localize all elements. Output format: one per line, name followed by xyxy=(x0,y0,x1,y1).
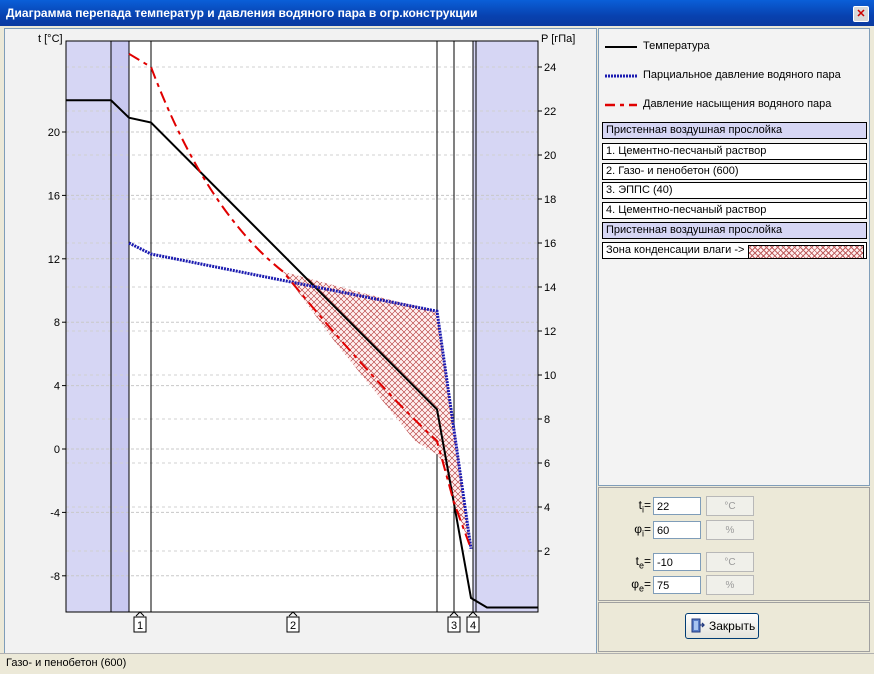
te-unit-button[interactable]: °C xyxy=(706,552,754,572)
layer-marker-label: 4 xyxy=(470,620,476,632)
air-layer-inner-band xyxy=(111,41,129,612)
te-input[interactable]: -10 xyxy=(653,553,701,571)
close-button[interactable]: Закрыть xyxy=(685,613,759,639)
y-tick-label-right: 20 xyxy=(544,150,556,162)
params-panel: ti= 22 °C φi= 60 % te= -10 °C φe= 75 % xyxy=(598,487,870,601)
y-tick-label-left: -8 xyxy=(50,571,60,583)
layer-1[interactable]: 1. Цементно-песчаный раствор xyxy=(602,143,867,160)
phie-label: φe= xyxy=(613,577,651,593)
phii-input[interactable]: 60 xyxy=(653,521,701,539)
phii-label: φi= xyxy=(613,522,651,538)
status-text: Газо- и пенобетон (600) xyxy=(6,657,126,669)
door-exit-icon xyxy=(691,618,705,633)
y-tick-label-left: 16 xyxy=(48,190,60,202)
y-tick-label-left: 0 xyxy=(54,444,60,456)
y-tick-label-right: 8 xyxy=(544,414,550,426)
layer-marker-arrow xyxy=(289,612,297,616)
y-axis-left-label: t [°C] xyxy=(38,33,63,45)
y-axis-right-label: P [гПа] xyxy=(541,33,575,45)
window-close-button[interactable]: ✕ xyxy=(853,6,869,22)
status-bar: Газо- и пенобетон (600) xyxy=(0,653,874,674)
chart-panel: t [°C]P [гПа]201612840-4-824222018161412… xyxy=(4,28,597,654)
window-title: Диаграмма перепада температур и давления… xyxy=(6,6,478,20)
y-tick-label-right: 4 xyxy=(544,502,550,514)
legend-swatch-partial-pressure xyxy=(605,71,639,81)
y-tick-label-left: 20 xyxy=(48,127,60,139)
condensation-zone-legend: Зона конденсации влаги -> xyxy=(602,242,867,259)
button-panel: Закрыть xyxy=(598,602,870,652)
y-tick-label-right: 24 xyxy=(544,62,556,74)
te-label: te= xyxy=(613,554,651,570)
layer-3[interactable]: 3. ЭППС (40) xyxy=(602,182,867,199)
title-bar: Диаграмма перепада температур и давления… xyxy=(0,0,874,26)
layer-marker-arrow xyxy=(469,612,477,616)
y-tick-label-right: 12 xyxy=(544,326,556,338)
ti-label: ti= xyxy=(613,498,651,514)
y-tick-label-right: 2 xyxy=(544,546,550,558)
legend-swatch-saturation-pressure xyxy=(605,100,639,110)
layer-marker-label: 2 xyxy=(290,620,296,632)
y-tick-label-left: 12 xyxy=(48,254,60,266)
chart-svg: t [°C]P [гПа]201612840-4-824222018161412… xyxy=(5,29,596,653)
legend-item-saturation-pressure: Давление насыщения водяного пара xyxy=(599,95,867,115)
ti-input[interactable]: 22 xyxy=(653,497,701,515)
phie-input[interactable]: 75 xyxy=(653,576,701,594)
legend-label: Температура xyxy=(643,40,710,52)
layer-marker-arrow xyxy=(450,612,458,616)
layer-marker-label: 3 xyxy=(451,620,457,632)
condensation-swatch xyxy=(748,245,864,259)
y-tick-label-left: -4 xyxy=(50,507,60,519)
phii-unit-button[interactable]: % xyxy=(706,520,754,540)
y-tick-label-right: 14 xyxy=(544,282,556,294)
y-tick-label-left: 4 xyxy=(54,381,60,393)
legend-item-temperature: Температура xyxy=(599,37,867,57)
y-tick-label-left: 8 xyxy=(54,317,60,329)
y-tick-label-right: 22 xyxy=(544,106,556,118)
y-tick-label-right: 18 xyxy=(544,194,556,206)
legend-label: Давление насыщения водяного пара xyxy=(643,98,831,110)
layer-air-inner[interactable]: Пристенная воздушная прослойка xyxy=(602,122,867,139)
ti-unit-button[interactable]: °C xyxy=(706,496,754,516)
layer-2[interactable]: 2. Газо- и пенобетон (600) xyxy=(602,163,867,180)
legend-panel: Температура Парциальное давление водяног… xyxy=(598,28,870,486)
layer-marker-label: 1 xyxy=(137,620,143,632)
air-layer-inner xyxy=(66,41,111,612)
legend-item-partial-pressure: Парциальное давление водяного пара xyxy=(599,66,867,86)
condensation-label: Зона конденсации влаги -> xyxy=(606,244,744,256)
y-tick-label-right: 10 xyxy=(544,370,556,382)
layer-4[interactable]: 4. Цементно-песчаный раствор xyxy=(602,202,867,219)
legend-label: Парциальное давление водяного пара xyxy=(643,69,841,81)
air-layer-outer xyxy=(473,41,538,612)
y-tick-label-right: 16 xyxy=(544,238,556,250)
phie-unit-button[interactable]: % xyxy=(706,575,754,595)
close-button-label: Закрыть xyxy=(709,619,755,633)
legend-swatch-temperature xyxy=(605,42,639,52)
layer-air-outer[interactable]: Пристенная воздушная прослойка xyxy=(602,222,867,239)
layer-marker-arrow xyxy=(136,612,144,616)
y-tick-label-right: 6 xyxy=(544,458,550,470)
